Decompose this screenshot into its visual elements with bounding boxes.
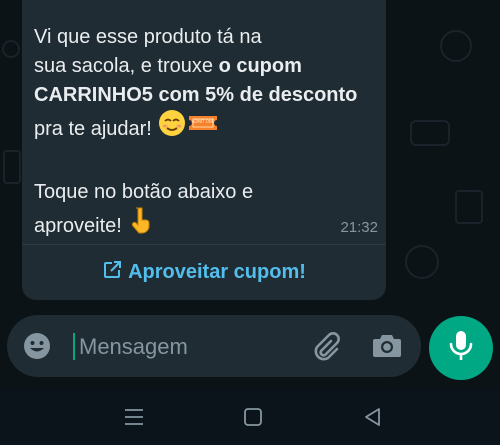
wallpaper-doodle <box>440 30 472 62</box>
message-composer <box>7 315 421 377</box>
message-input[interactable] <box>77 327 291 367</box>
svg-text:ADMIT ONE: ADMIT ONE <box>192 119 215 124</box>
message-line-6: aproveite! <box>34 214 122 237</box>
microphone-button[interactable] <box>429 316 493 380</box>
wallpaper-doodle <box>410 120 450 146</box>
recents-icon[interactable] <box>121 404 147 430</box>
back-icon[interactable] <box>360 404 386 430</box>
pointing-down-emoji <box>127 205 153 244</box>
wallpaper-doodle <box>2 40 20 58</box>
emoji-icon[interactable] <box>23 332 51 360</box>
message-body: Vi que esse produto tá na sua sacola, e … <box>34 23 379 246</box>
coupon-cta-label: Aproveitar cupom! <box>128 261 306 283</box>
ticket-emoji: ADMIT ONE <box>187 111 219 144</box>
external-link-icon <box>102 260 122 286</box>
coupon-highlight: o cupom <box>218 55 302 77</box>
message-line-4: pra te ajudar! <box>34 117 152 140</box>
wallpaper-doodle <box>405 245 439 279</box>
paperclip-icon[interactable] <box>309 330 343 364</box>
coupon-cta-button[interactable]: Aproveitar cupom! <box>22 245 386 300</box>
message-bubble: Vi que esse produto tá na sua sacola, e … <box>22 0 386 300</box>
camera-icon[interactable] <box>371 331 403 361</box>
wallpaper-doodle <box>3 150 21 184</box>
message-line-2: sua sacola, e trouxe <box>34 55 219 77</box>
message-timestamp: 21:32 <box>340 219 378 236</box>
coupon-code-highlight: CARRINHO5 com 5% de desconto <box>34 84 358 106</box>
microphone-icon <box>448 329 474 368</box>
relieved-face-emoji <box>157 108 187 147</box>
text-cursor <box>73 333 75 360</box>
system-navigation-bar <box>0 390 500 445</box>
wallpaper-doodle <box>455 190 483 224</box>
message-line-1: Vi que esse produto tá na <box>34 26 262 48</box>
message-line-5: Toque no botão abaixo e <box>34 181 254 203</box>
home-icon[interactable] <box>240 404 266 430</box>
